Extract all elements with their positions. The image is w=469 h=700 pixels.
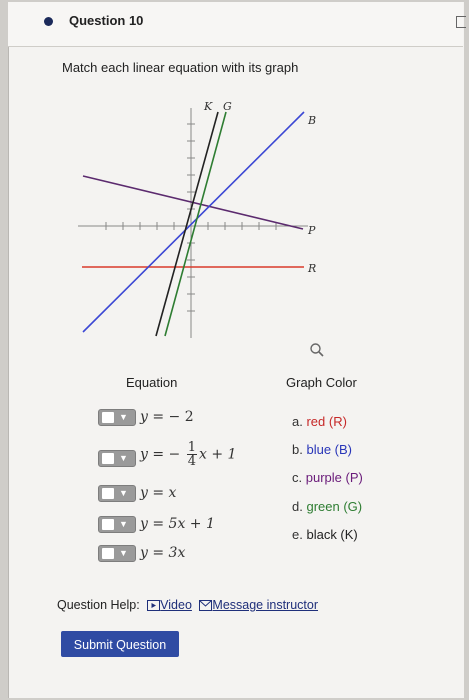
video-icon [147, 600, 161, 611]
collapse-icon[interactable] [456, 16, 466, 28]
option-e: e. black (K) [292, 527, 358, 542]
question-help-label: Question Help: [57, 598, 140, 612]
line-black [155, 111, 219, 337]
video-link[interactable]: Video [147, 598, 192, 612]
submit-question-button[interactable]: Submit Question [61, 631, 179, 657]
equation-text-1: y = − 2 [140, 409, 194, 425]
question-instruction: Match each linear equation with its grap… [62, 60, 299, 75]
answer-select-4[interactable]: ▼ [98, 516, 136, 533]
label-k: K [203, 100, 213, 113]
label-r: R [307, 262, 316, 275]
chevron-down-icon: ▼ [119, 548, 128, 558]
chevron-down-icon: ▼ [119, 488, 128, 498]
mail-icon [199, 600, 213, 611]
equation-column-header: Equation [126, 375, 178, 390]
equation-text-5: y = 3x [140, 545, 186, 561]
equation-text-2: y = − 14x + 1 [140, 440, 237, 469]
answer-select-2[interactable]: ▼ [98, 450, 136, 467]
question-help: Question Help: Video Message instructor [57, 598, 318, 612]
question-title: Question 10 [69, 13, 144, 28]
magnifier-icon[interactable] [309, 342, 325, 358]
linear-graph: K G B P R [78, 100, 316, 338]
equation-text-3: y = x [140, 485, 177, 501]
graph-color-column-header: Graph Color [286, 375, 357, 390]
option-d: d. green (G) [292, 499, 363, 514]
select-value-box [102, 453, 114, 464]
label-g: G [223, 100, 232, 113]
answer-select-5[interactable]: ▼ [98, 545, 136, 562]
chevron-down-icon: ▼ [119, 519, 128, 529]
select-value-box [102, 548, 114, 559]
message-instructor-link[interactable]: Message instructor [199, 598, 318, 612]
chevron-down-icon: ▼ [119, 453, 128, 463]
select-value-box [102, 488, 114, 499]
label-b: B [307, 114, 316, 127]
select-value-box [102, 412, 114, 423]
option-b: b. blue (B) [292, 442, 352, 457]
label-p: P [307, 224, 316, 237]
chevron-down-icon: ▼ [119, 412, 128, 422]
fraction: 14 [186, 440, 198, 469]
option-c: c. purple (P) [292, 470, 363, 485]
question-status-dot [44, 17, 53, 26]
select-value-box [102, 519, 114, 530]
answer-select-3[interactable]: ▼ [98, 485, 136, 502]
option-a: a. red (R) [292, 414, 347, 429]
equation-text-4: y = 5x + 1 [140, 516, 215, 532]
answer-select-1[interactable]: ▼ [98, 409, 136, 426]
